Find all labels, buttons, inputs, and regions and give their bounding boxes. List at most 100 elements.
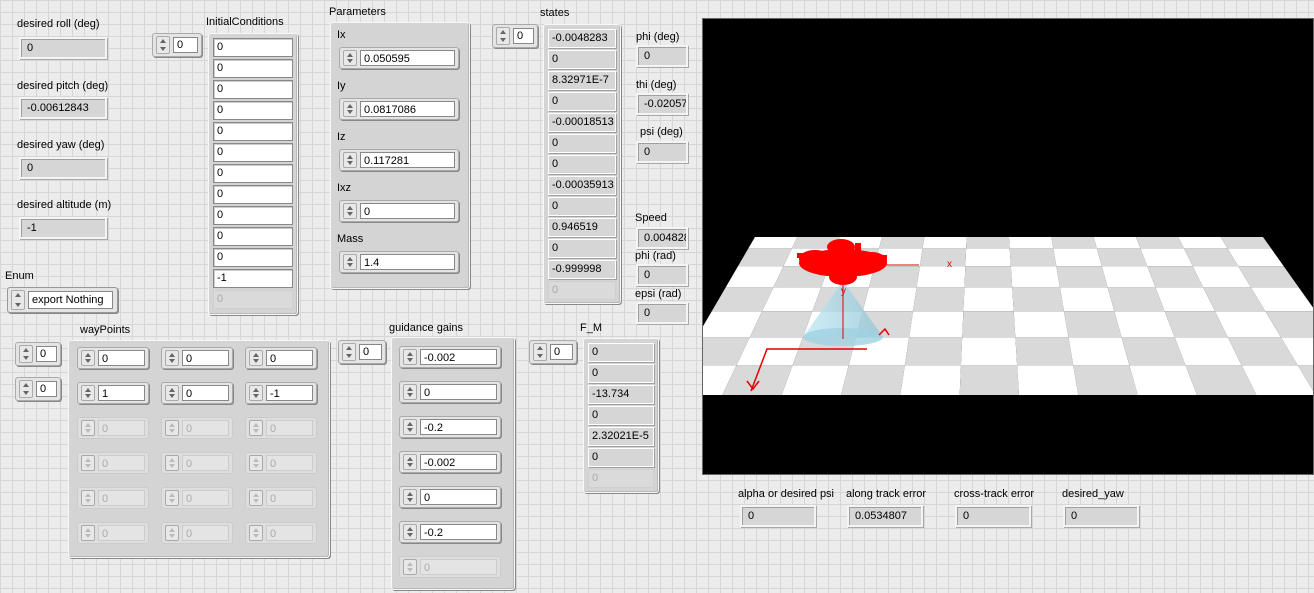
- iz-label: Iz: [337, 131, 346, 143]
- initial-condition-cell[interactable]: 0: [213, 59, 293, 78]
- initial-condition-cell[interactable]: 0: [213, 206, 293, 225]
- thi-deg-indicator: -0.02057: [636, 93, 688, 115]
- waypoints-label: wayPoints: [80, 324, 131, 336]
- waypoints-array: 0 0 0 1 0 -1 0 0 0 0 0 0 0 0 0 0 0 0: [68, 340, 330, 558]
- initial-condition-cell[interactable]: 0: [213, 101, 293, 120]
- spin-icon[interactable]: [165, 350, 179, 366]
- spin-icon[interactable]: [403, 489, 417, 505]
- states-index[interactable]: 0: [492, 24, 538, 48]
- state-cell: 0: [548, 197, 616, 216]
- guidance-empty-cell: 0: [399, 556, 501, 578]
- ixz-spin-icon[interactable]: [343, 203, 357, 219]
- waypoint-cell: 0: [245, 487, 317, 509]
- parameters-label: Parameters: [329, 6, 386, 18]
- spin-icon: [165, 490, 179, 506]
- waypoint-cell[interactable]: -1: [245, 382, 317, 404]
- waypoint-cell: 0: [77, 452, 149, 474]
- phi-rad-indicator: 0: [636, 264, 688, 286]
- spin-icon[interactable]: [403, 419, 417, 435]
- spin-icon: [249, 420, 263, 436]
- initial-condition-cell[interactable]: 0: [213, 38, 293, 57]
- guidance-gain-cell[interactable]: -0.002: [399, 451, 501, 473]
- waypoint-cell[interactable]: 0: [161, 347, 233, 369]
- spin-icon: [249, 455, 263, 471]
- waypoint-cell[interactable]: 0: [161, 382, 233, 404]
- initial-condition-cell[interactable]: 0: [213, 122, 293, 141]
- ixz-control[interactable]: 0: [339, 200, 459, 222]
- fm-label: F_M: [580, 322, 602, 334]
- fm-cell: 0: [588, 364, 654, 383]
- index-spin-icon[interactable]: [156, 36, 170, 54]
- 3d-scene-view[interactable]: x y: [702, 18, 1314, 475]
- guidance-gain-cell[interactable]: 0: [399, 381, 501, 403]
- waypoints-row-spin-icon[interactable]: [19, 345, 33, 363]
- waypoints-row-index[interactable]: 0: [15, 342, 61, 366]
- along-track-indicator: 0.0534807: [847, 505, 923, 527]
- initial-condition-cell[interactable]: 0: [213, 143, 293, 162]
- cross-track-label: cross-track error: [954, 488, 1035, 500]
- guidance-index[interactable]: 0: [338, 340, 386, 364]
- iy-spin-icon[interactable]: [343, 101, 357, 117]
- mass-spin-icon[interactable]: [343, 254, 357, 270]
- mass-control[interactable]: 1.4: [339, 251, 459, 273]
- states-index-spin-icon[interactable]: [496, 27, 510, 45]
- spin-icon[interactable]: [249, 385, 263, 401]
- state-cell: -0.00035913: [548, 176, 616, 195]
- desired-altitude-indicator: -1: [19, 217, 107, 239]
- waypoints-col-spin-icon[interactable]: [19, 380, 33, 398]
- initial-conditions-index[interactable]: 0: [152, 33, 202, 57]
- desired-yaw-out-indicator: 0: [1063, 505, 1139, 527]
- waypoint-cell: 0: [77, 487, 149, 509]
- waypoints-col-index[interactable]: 0: [15, 377, 61, 401]
- initial-condition-cell[interactable]: -1: [213, 269, 293, 288]
- enum-ring-control[interactable]: export Nothing: [7, 287, 118, 313]
- guidance-gain-cell[interactable]: -0.002: [399, 346, 501, 368]
- iy-label: Iy: [337, 80, 346, 92]
- spin-icon: [165, 420, 179, 436]
- enum-spin-icon[interactable]: [11, 290, 25, 310]
- guidance-gain-cell[interactable]: -0.2: [399, 416, 501, 438]
- desired-roll-label: desired roll (deg): [17, 18, 100, 30]
- waypoint-cell: 0: [161, 522, 233, 544]
- guidance-gain-cell[interactable]: -0.2: [399, 521, 501, 543]
- ix-control[interactable]: 0.050595: [339, 47, 459, 69]
- fm-cell: 0: [588, 448, 654, 467]
- ixz-label: Ixz: [337, 182, 352, 194]
- spin-icon[interactable]: [403, 349, 417, 365]
- waypoint-cell[interactable]: 0: [77, 347, 149, 369]
- epsi-rad-label: epsi (rad): [635, 288, 682, 300]
- guidance-gain-cell[interactable]: 0: [399, 486, 501, 508]
- spin-icon[interactable]: [403, 524, 417, 540]
- state-cell: 0: [548, 155, 616, 174]
- spin-icon: [165, 455, 179, 471]
- spin-icon[interactable]: [81, 350, 95, 366]
- initial-condition-cell[interactable]: 0: [213, 248, 293, 267]
- 3d-scene-canvas[interactable]: x y: [703, 19, 1314, 475]
- waypoint-cell[interactable]: 0: [245, 347, 317, 369]
- alpha-label: alpha or desired psi: [738, 488, 835, 500]
- iy-control[interactable]: 0.0817086: [339, 98, 459, 120]
- ix-spin-icon[interactable]: [343, 50, 357, 66]
- spin-icon[interactable]: [165, 385, 179, 401]
- iz-spin-icon[interactable]: [343, 152, 357, 168]
- spin-icon[interactable]: [249, 350, 263, 366]
- fm-index[interactable]: 0: [529, 340, 577, 364]
- states-array: -0.0048283 0 8.32971E-7 0 -0.00018513 0 0 -0.00…: [543, 24, 621, 304]
- waypoint-cell: 0: [161, 452, 233, 474]
- enum-value: export Nothing: [28, 291, 113, 309]
- spin-icon[interactable]: [403, 454, 417, 470]
- states-empty-cell: 0: [548, 281, 616, 300]
- waypoint-cell[interactable]: 1: [77, 382, 149, 404]
- initial-condition-cell[interactable]: 0: [213, 185, 293, 204]
- fm-index-spin-icon[interactable]: [533, 343, 547, 361]
- psi-deg-indicator: 0: [636, 141, 688, 163]
- state-cell: -0.999998: [548, 260, 616, 279]
- initial-condition-cell[interactable]: 0: [213, 227, 293, 246]
- spin-icon[interactable]: [81, 385, 95, 401]
- guidance-index-spin-icon[interactable]: [342, 343, 356, 361]
- along-track-label: along track error: [846, 488, 927, 500]
- initial-condition-cell[interactable]: 0: [213, 80, 293, 99]
- iz-control[interactable]: 0.117281: [339, 149, 459, 171]
- spin-icon[interactable]: [403, 384, 417, 400]
- initial-condition-cell[interactable]: 0: [213, 164, 293, 183]
